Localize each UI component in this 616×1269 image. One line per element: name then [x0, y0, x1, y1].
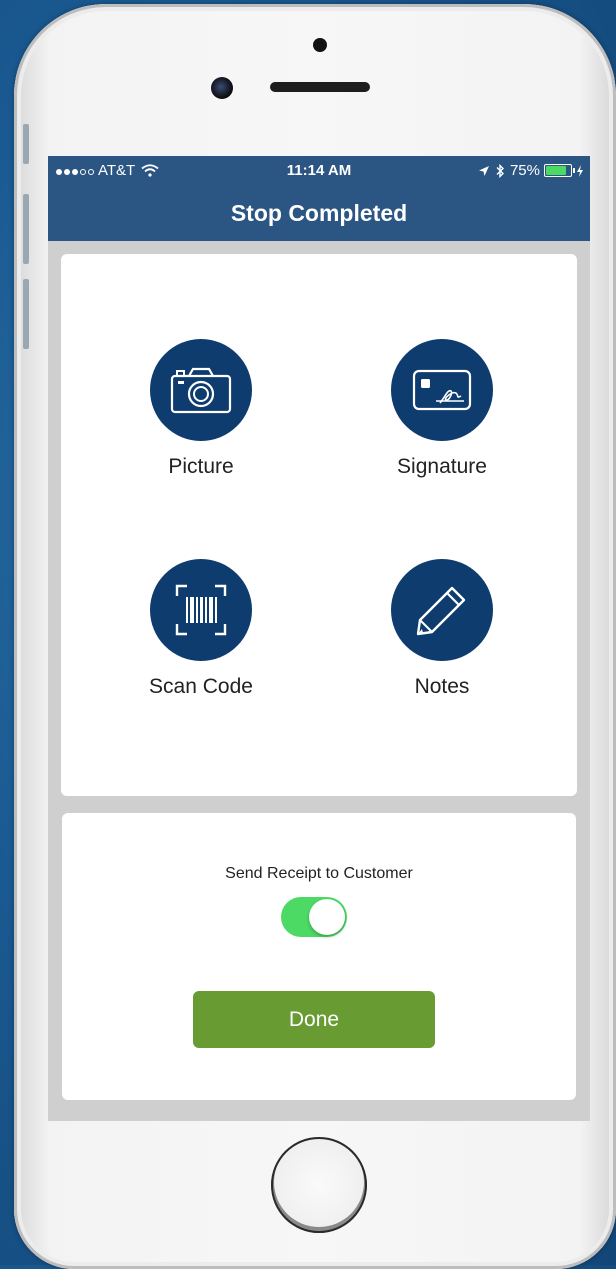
picture-button[interactable] — [150, 339, 252, 441]
battery-percentage: 75% — [509, 162, 540, 179]
earpiece-speaker — [270, 82, 370, 92]
pencil-icon — [416, 586, 466, 636]
front-camera — [211, 77, 233, 99]
location-arrow-icon — [478, 165, 489, 176]
barcode-scan-icon — [175, 584, 227, 636]
scan-code-button[interactable] — [150, 559, 252, 661]
navigation-bar: AT&T 11:14 AM 75% Stop Completed — [48, 156, 590, 241]
battery-icon — [544, 164, 575, 177]
volume-up-button — [23, 194, 29, 264]
app-screen: AT&T 11:14 AM 75% Stop Completed Picture… — [48, 156, 590, 1121]
done-button[interactable]: Done — [193, 991, 435, 1048]
scan-code-label[interactable]: Scan Code — [101, 675, 301, 699]
send-receipt-label: Send Receipt to Customer — [225, 865, 413, 882]
camera-icon — [170, 367, 232, 414]
notes-label[interactable]: Notes — [342, 675, 542, 699]
receipt-card: Send Receipt to Customer Done — [62, 813, 576, 1100]
page-title: Stop Completed — [230, 200, 408, 226]
mute-switch — [23, 124, 29, 164]
scan-code-action[interactable]: Scan Code — [101, 559, 301, 699]
signature-action[interactable]: Signature — [342, 339, 542, 479]
charging-bolt-icon — [577, 164, 583, 177]
proximity-sensor — [313, 38, 327, 52]
actions-card: Picture Signature Scan Code Notes — [61, 254, 577, 796]
home-button[interactable] — [271, 1137, 367, 1233]
signature-label[interactable]: Signature — [342, 455, 542, 479]
notes-action[interactable]: Notes — [342, 559, 542, 699]
picture-action[interactable]: Picture — [101, 339, 301, 479]
picture-label[interactable]: Picture — [101, 455, 301, 479]
signature-card-icon — [412, 369, 472, 411]
volume-down-button — [23, 279, 29, 349]
notes-button[interactable] — [391, 559, 493, 661]
toggle-knob — [309, 899, 345, 935]
status-bar: AT&T 11:14 AM 75% — [48, 156, 590, 186]
send-receipt-toggle[interactable] — [281, 897, 347, 937]
signature-button[interactable] — [391, 339, 493, 441]
bluetooth-icon — [496, 163, 504, 178]
